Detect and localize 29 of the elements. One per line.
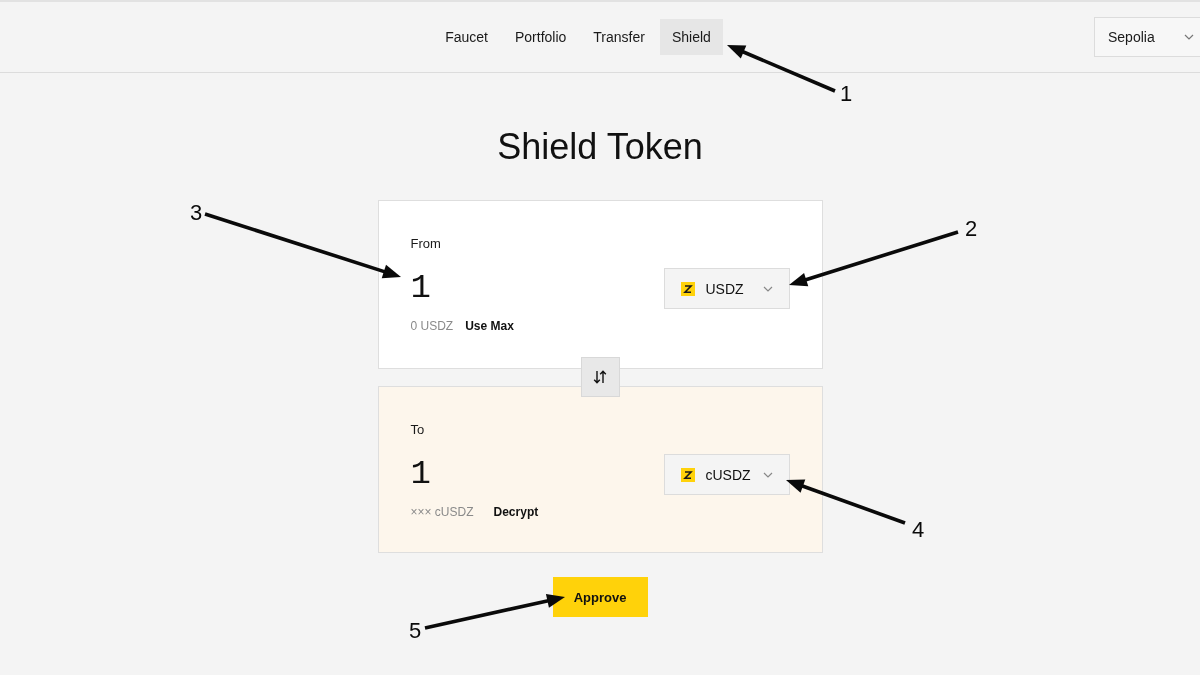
callout-number: 5 — [408, 617, 422, 643]
approve-button[interactable]: Approve — [552, 577, 648, 617]
callout-number: 4 — [911, 516, 925, 542]
amount-field[interactable]: 1 — [410, 268, 431, 309]
callout-number: 1 — [839, 80, 853, 106]
token-select[interactable]: USDZ — [663, 268, 790, 309]
token-select[interactable]: cUSDZ — [663, 454, 790, 495]
nav-tab[interactable]: Transfer — [581, 19, 657, 55]
chevron-down-icon — [762, 471, 773, 478]
token-logo-icon — [680, 467, 695, 482]
balance-action-link[interactable]: Decrypt — [493, 505, 539, 519]
field-label: From — [410, 236, 442, 252]
network-select[interactable]: Sepolia — [1094, 17, 1200, 57]
balance-text: 0 USDZ — [410, 319, 454, 333]
callout-number: 2 — [964, 215, 978, 241]
balance-action-link[interactable]: Use Max — [465, 319, 514, 333]
page-title: Shield Token — [497, 125, 703, 169]
balance-text: ××× cUSDZ — [410, 505, 474, 519]
swap-button[interactable] — [580, 357, 620, 397]
chevron-down-icon — [762, 285, 773, 292]
nav-tab[interactable]: Portfolio — [502, 19, 579, 55]
swap-arrows-icon — [593, 370, 607, 384]
field-label: To — [410, 422, 426, 438]
chevron-down-icon — [1184, 34, 1194, 40]
callout-number: 3 — [189, 199, 203, 225]
nav-tab[interactable]: Faucet — [433, 19, 500, 55]
token-logo-icon — [680, 281, 695, 296]
amount-field[interactable]: 1 — [410, 454, 431, 495]
nav-tab[interactable]: Shield — [659, 19, 723, 55]
